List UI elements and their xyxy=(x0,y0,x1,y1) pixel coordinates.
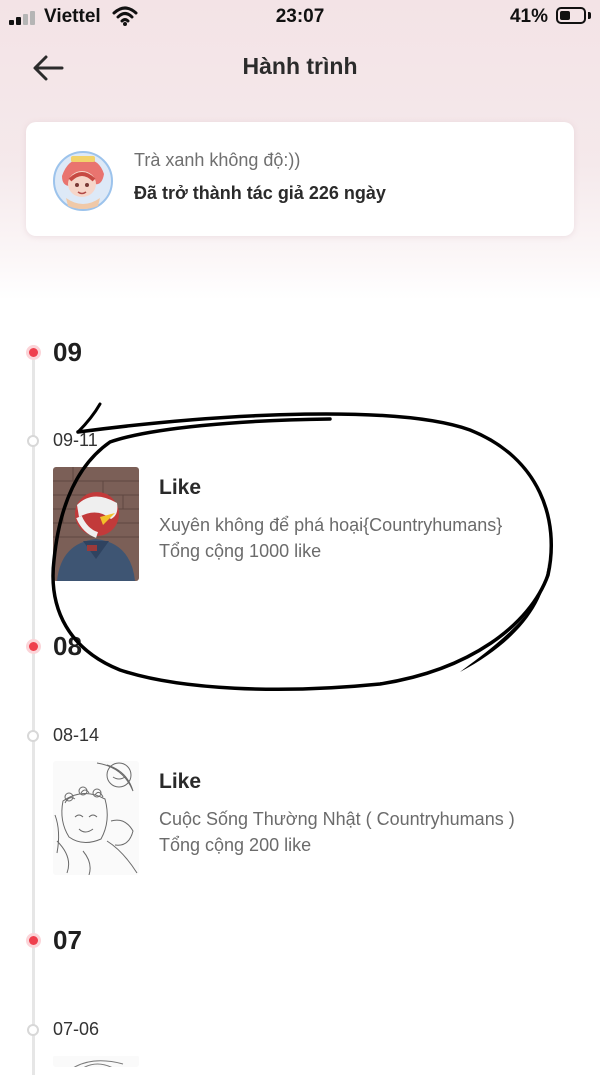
avatar[interactable] xyxy=(52,150,114,212)
battery-percent: 41% xyxy=(509,6,548,27)
timeline-line xyxy=(32,345,35,1075)
timeline-entry[interactable]: Like Xuyên không để phá hoại{Countryhuma… xyxy=(53,467,573,587)
month-dot xyxy=(29,348,38,357)
month-dot xyxy=(29,936,38,945)
story-title[interactable]: Xuyên không để phá hoại{Countryhumans} xyxy=(159,515,502,536)
battery-tip xyxy=(588,12,591,19)
day-dot xyxy=(27,730,39,742)
day-label: 09-11 xyxy=(53,430,98,450)
status-bar: Viettel 23:07 41% xyxy=(0,0,600,34)
battery-icon xyxy=(556,7,586,24)
page-title: Hành trình xyxy=(242,53,358,79)
story-cover[interactable] xyxy=(53,467,139,581)
day-label: 08-14 xyxy=(53,725,100,745)
author-card[interactable]: Trà xanh không độ:)) Đã trở thành tác gi… xyxy=(26,122,574,236)
month-label: 07 xyxy=(53,925,82,955)
author-days: Đã trở thành tác giả 226 ngày xyxy=(134,183,386,203)
author-name: Trà xanh không độ:)) xyxy=(134,150,301,170)
story-title[interactable]: Cuộc Sống Thường Nhật ( Countryhumans ) xyxy=(159,809,515,830)
story-cover[interactable] xyxy=(53,1055,139,1067)
story-cover[interactable] xyxy=(53,761,139,875)
timeline-entry[interactable]: Like Cuộc Sống Thường Nhật ( Countryhuma… xyxy=(53,761,573,881)
timeline-entry[interactable] xyxy=(53,1055,573,1067)
day-label: 07-06 xyxy=(53,1019,100,1039)
like-total: Tổng cộng 200 like xyxy=(159,835,312,855)
entry-type: Like xyxy=(159,770,202,793)
day-dot xyxy=(27,1024,39,1036)
month-dot xyxy=(29,642,38,651)
like-total: Tổng cộng 1000 like xyxy=(159,541,322,561)
month-label: 09 xyxy=(53,337,82,367)
day-dot xyxy=(27,435,39,447)
entry-type: Like xyxy=(159,476,202,499)
month-label: 08 xyxy=(53,631,82,661)
